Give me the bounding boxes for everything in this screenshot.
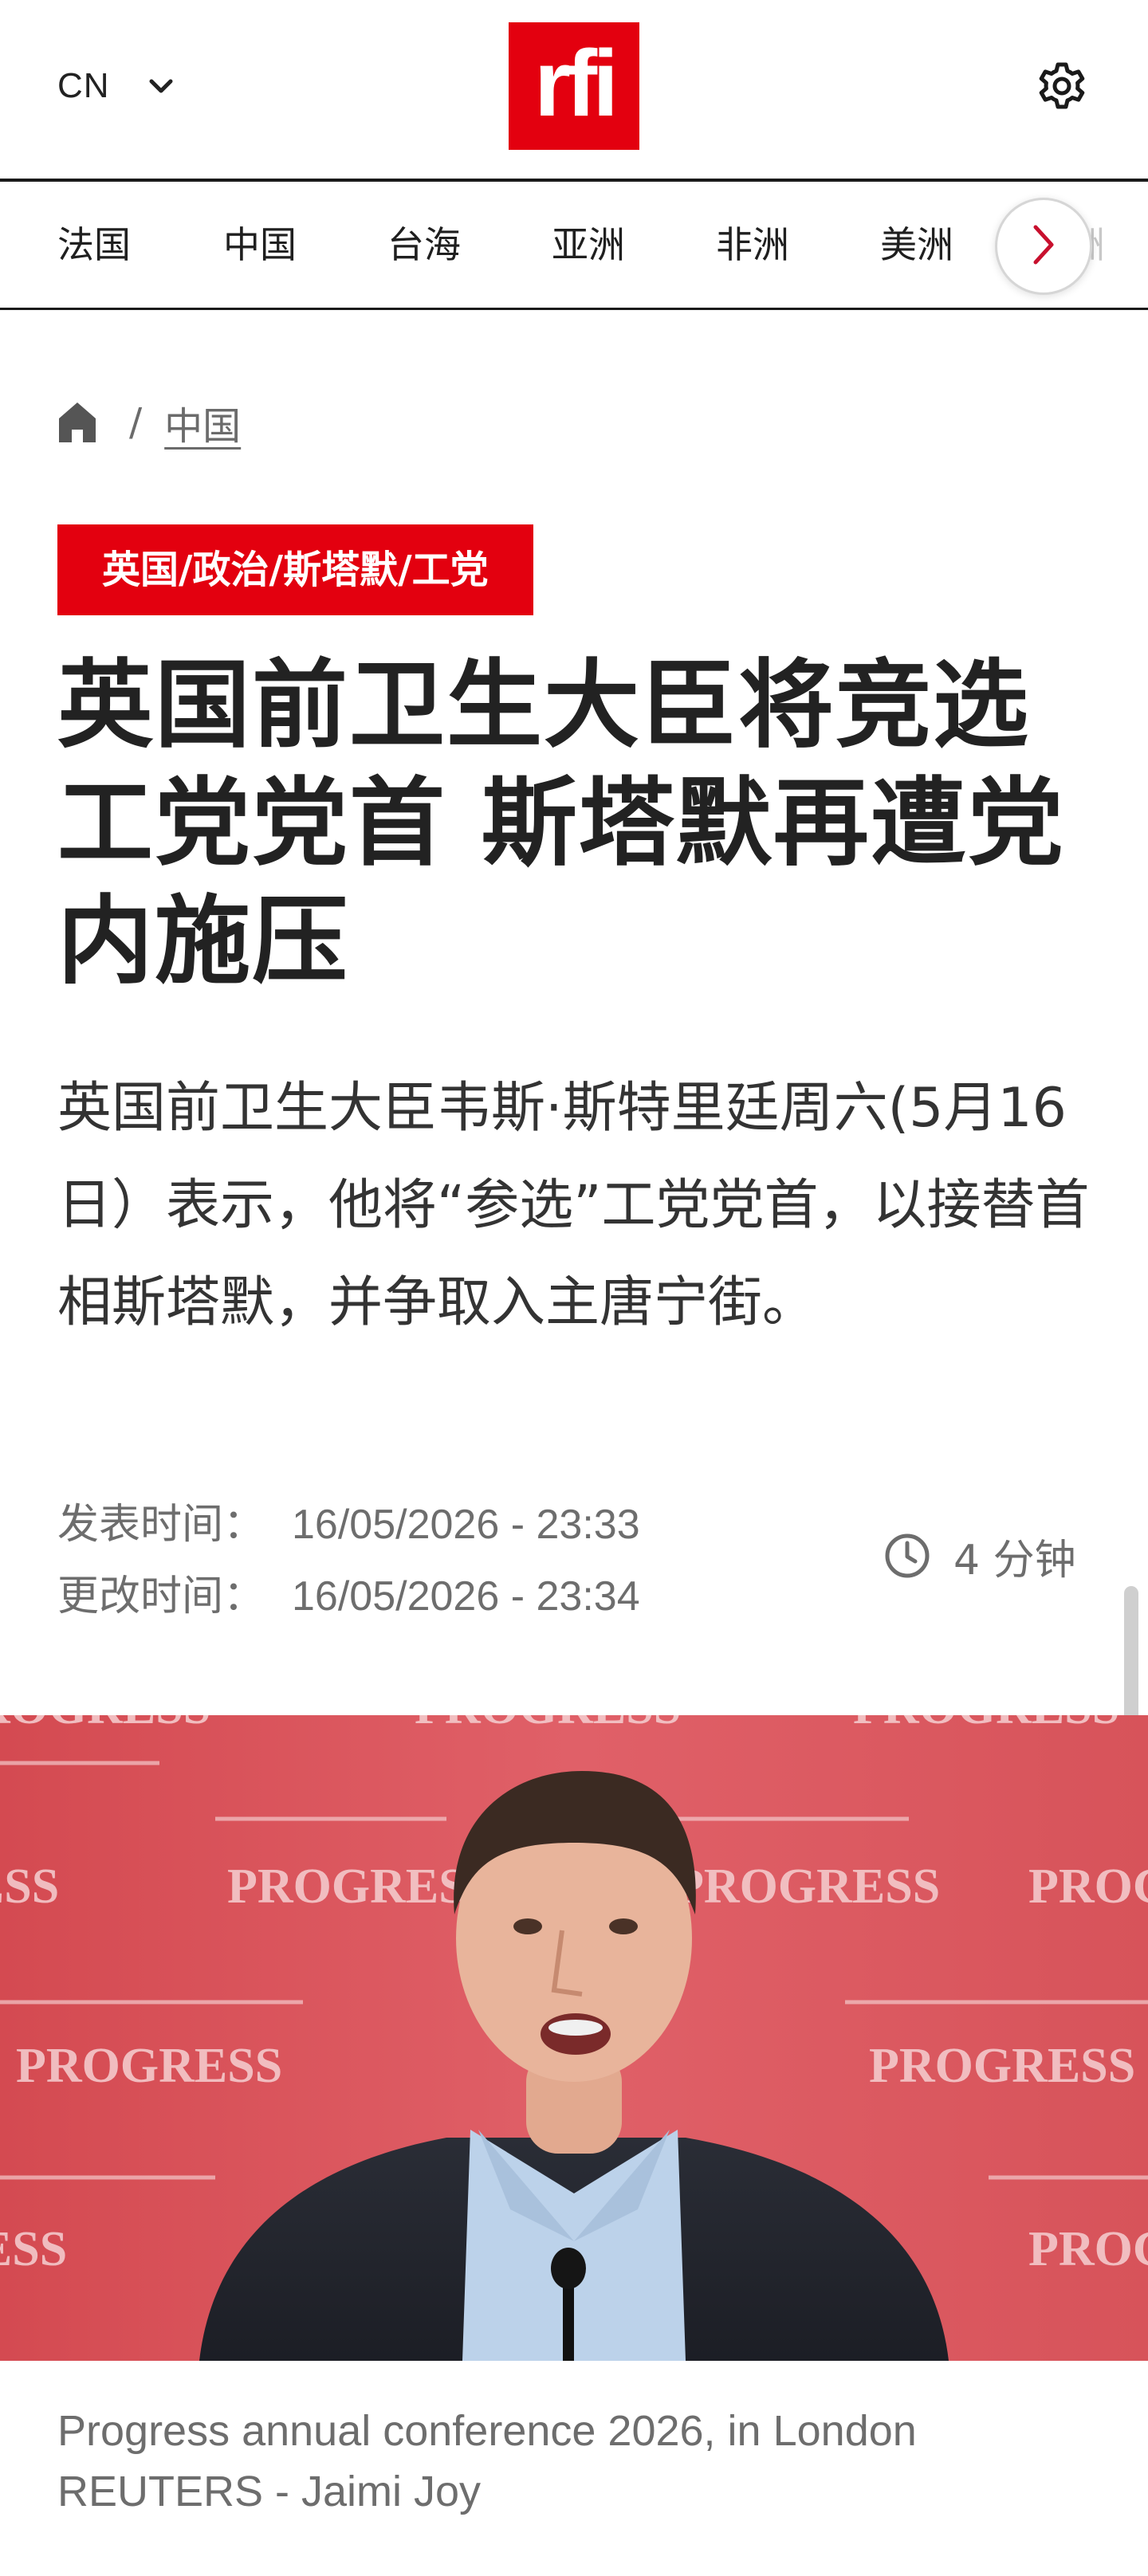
backdrop-text: PROGRESS (869, 2039, 1135, 2093)
backdrop-text: PROGRESS (674, 1859, 940, 1914)
breadcrumb-link-china[interactable]: 中国 (164, 395, 241, 450)
nav-item-asia[interactable]: 亚洲 (552, 218, 625, 271)
backdrop-text: PROGRESS (1028, 2222, 1148, 2276)
backdrop-text: PROGRESS (853, 1715, 1119, 1734)
backdrop-text: PROGRESS (1028, 1859, 1148, 1914)
caption-credit: REUTERS - Jaimi Joy (57, 2468, 482, 2515)
caption-description: Progress annual conference 2026, in Lond… (57, 2407, 917, 2455)
updated-time: 16/05/2026 - 23:34 (292, 1573, 640, 1620)
nav-item-taiwan-strait[interactable]: 台海 (387, 218, 461, 271)
nav-divider (0, 308, 1148, 310)
language-selector[interactable]: CN (57, 62, 175, 110)
article-lede: 英国前卫生大臣韦斯·斯特里廷周六(5月16日）表示，他将“参选”工党党首，以接替… (57, 1077, 1090, 1334)
backdrop-text: PROGRESS (0, 1859, 59, 1914)
nav-item-france[interactable]: 法国 (57, 218, 131, 271)
updated-label: 更改时间： (57, 1573, 265, 1620)
chevron-down-icon (147, 72, 175, 100)
published-time: 16/05/2026 - 23:33 (292, 1502, 640, 1548)
backdrop-text: PROGRESS (16, 2039, 282, 2093)
read-time: 4 分钟 (883, 1527, 1076, 1584)
backdrop-text: PROGRESS (0, 1715, 210, 1734)
article-meta: 发表时间： 16/05/2026 - 23:33 更改时间： 16/05/2026 … (57, 1489, 775, 1632)
logo-text: rfi (534, 31, 619, 136)
site-header: CN rfi (0, 0, 1148, 179)
nav-item-americas[interactable]: 美洲 (880, 218, 953, 271)
backdrop-text: PROGRESS (0, 2222, 67, 2276)
read-time-label: 4 分钟 (953, 1536, 1076, 1584)
updated-row: 更改时间： 16/05/2026 - 23:34 (57, 1561, 775, 1632)
breadcrumb-separator: / (129, 400, 143, 445)
published-label: 发表时间： (57, 1501, 265, 1549)
category-nav: 法国 中国 台海 亚洲 非洲 美洲 洲 (0, 182, 1148, 308)
gear-icon[interactable] (1036, 61, 1087, 112)
topic-tag[interactable]: 英国/政治/斯塔默/工党 (57, 524, 533, 615)
published-row: 发表时间： 16/05/2026 - 23:33 (57, 1489, 775, 1561)
article-headline: 英国前卫生大臣将竞选工党党首 斯塔默再遭党内施压 (57, 650, 1065, 997)
language-label: CN (57, 66, 110, 105)
photo-caption: Progress annual conference 2026, in Lond… (57, 2401, 1094, 2522)
rfi-logo[interactable]: rfi (509, 22, 639, 150)
nav-item-china[interactable]: 中国 (223, 218, 297, 271)
article-photo: PROGRESS PROGRESS PROGRESS PROGRESS PROG… (0, 1715, 1148, 2361)
nav-next-button[interactable] (995, 198, 1092, 295)
chevron-right-icon (1026, 221, 1061, 272)
breadcrumb: / 中国 (57, 394, 241, 451)
clock-icon (883, 1532, 931, 1580)
backdrop-text: PROGRESS (227, 1859, 493, 1914)
nav-item-africa[interactable]: 非洲 (716, 218, 789, 271)
home-icon[interactable] (57, 401, 97, 444)
backdrop-text: PROGRESS (415, 1715, 681, 1734)
